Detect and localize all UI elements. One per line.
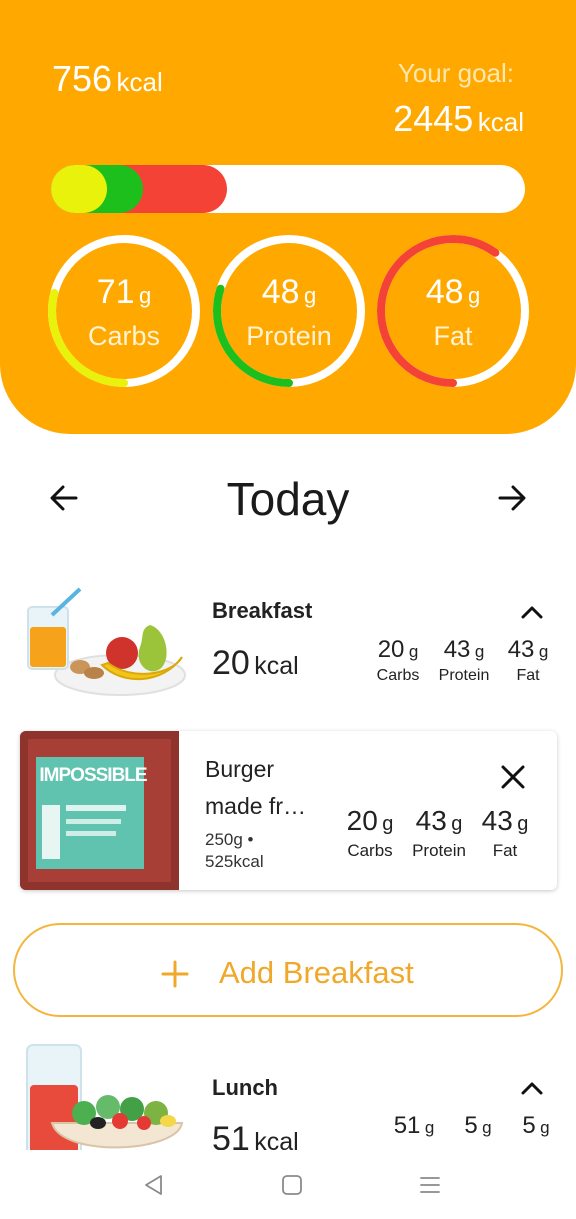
chevron-up-icon[interactable] <box>517 1076 547 1100</box>
food-weight: 250g • <box>205 830 254 849</box>
back-icon[interactable] <box>142 1173 166 1197</box>
food-kcal: 525kcal <box>205 852 264 871</box>
plus-icon <box>160 947 190 999</box>
photo-brand-text: IMPOSSIBLE <box>39 765 147 786</box>
macro-unit: g <box>517 813 529 835</box>
system-nav-bar <box>0 1150 576 1219</box>
food-photo: IMPOSSIBLE <box>20 731 179 890</box>
food-detail: 250g • 525kcal <box>205 829 325 873</box>
goal-label: Your goal: <box>397 58 514 88</box>
macro-value: 43 <box>481 805 513 836</box>
macro-unit: g <box>424 1118 435 1137</box>
food-macro-protein: 43 g Protein <box>406 805 472 861</box>
macro-label: Fat <box>492 841 518 860</box>
breakfast-kcal: 20 kcal <box>212 644 299 683</box>
goal-kcal-unit: kcal <box>477 107 524 137</box>
macro-label: Protein <box>412 841 466 860</box>
add-breakfast-button[interactable]: Add Breakfast <box>13 923 563 1017</box>
macro-unit: g <box>408 642 419 661</box>
fat-ring: 48 g Fat <box>375 233 531 389</box>
lunch-title: Lunch <box>212 1075 278 1100</box>
lunch-kcal: 51 kcal <box>212 1120 299 1150</box>
macro-value: 20 <box>377 636 405 663</box>
macro-unit: g <box>482 1118 492 1137</box>
macro-value: 5 <box>522 1112 536 1139</box>
chevron-up-icon[interactable] <box>517 600 547 624</box>
breakfast-illustration <box>22 585 187 700</box>
current-kcal: 756 kcal <box>52 58 163 100</box>
calorie-progress-bar <box>51 165 525 213</box>
macro-value: 5 <box>464 1112 478 1139</box>
macro-unit: g <box>540 1118 550 1137</box>
breakfast-kcal-value: 20 <box>212 644 250 682</box>
fat-unit: g <box>468 283 481 308</box>
carbs-bar-segment <box>51 165 107 213</box>
fat-label: Fat <box>433 321 473 351</box>
macro-value: 43 <box>415 805 447 836</box>
protein-unit: g <box>304 283 317 308</box>
macro-unit: g <box>474 642 485 661</box>
close-icon[interactable] <box>498 762 528 792</box>
menu-icon[interactable] <box>418 1173 442 1197</box>
breakfast-kcal-unit: kcal <box>254 652 299 680</box>
breakfast-title: Breakfast <box>212 598 313 623</box>
day-title: Today <box>226 473 350 525</box>
current-kcal-unit: kcal <box>116 67 163 97</box>
carbs-unit: g <box>139 283 152 308</box>
macro-value: 51 <box>393 1112 421 1139</box>
add-breakfast-label: Add Breakfast <box>219 955 414 990</box>
macro-label: Fat <box>516 667 540 684</box>
carbs-value: 71 <box>96 273 135 311</box>
macro-label: Carbs <box>376 667 420 684</box>
food-name-line: Burger <box>205 756 275 782</box>
macro-label: Carbs <box>347 841 393 860</box>
protein-label: Protein <box>246 321 332 351</box>
lunch-macro-protein: 5 g <box>452 1112 504 1150</box>
lunch-illustration <box>22 1043 187 1150</box>
food-item-card[interactable]: IMPOSSIBLE Burger made fr… 250g • 525kca… <box>20 731 557 890</box>
breakfast-macro-fat: 43 g Fat <box>500 636 556 685</box>
lunch-kcal-unit: kcal <box>254 1128 299 1150</box>
food-macro-carbs: 20 g Carbs <box>340 805 400 861</box>
macro-unit: g <box>382 813 394 835</box>
macro-unit: g <box>451 813 463 835</box>
food-name-line: made fr… <box>205 793 306 819</box>
food-macro-fat: 43 g Fat <box>476 805 534 861</box>
lunch-kcal-value: 51 <box>212 1120 250 1150</box>
carbs-label: Carbs <box>87 321 161 351</box>
food-name: Burger made fr… <box>205 751 325 825</box>
goal-kcal: 2445 kcal <box>393 98 524 140</box>
arrow-right-icon[interactable] <box>492 478 532 518</box>
home-icon[interactable] <box>280 1173 304 1197</box>
lunch-macro-carbs: 51 g <box>384 1112 444 1150</box>
macro-value: 43 <box>507 636 535 663</box>
macro-label: Protein <box>438 667 490 684</box>
summary-header: 756 kcal Your goal: 2445 kcal 71 g Carbs… <box>0 0 576 434</box>
current-kcal-value: 756 <box>52 58 113 99</box>
protein-value: 48 <box>261 273 300 311</box>
goal-kcal-value: 2445 <box>393 98 474 139</box>
lunch-macro-fat: 5 g <box>510 1112 562 1150</box>
macro-value: 43 <box>443 636 471 663</box>
breakfast-macro-protein: 43 g Protein <box>431 636 497 685</box>
fat-value: 48 <box>425 273 464 311</box>
breakfast-macro-carbs: 20 g Carbs <box>368 636 428 685</box>
protein-ring: 48 g Protein <box>211 233 367 389</box>
carbs-ring: 71 g Carbs <box>46 233 202 389</box>
macro-value: 20 <box>346 805 378 836</box>
macro-unit: g <box>538 642 549 661</box>
